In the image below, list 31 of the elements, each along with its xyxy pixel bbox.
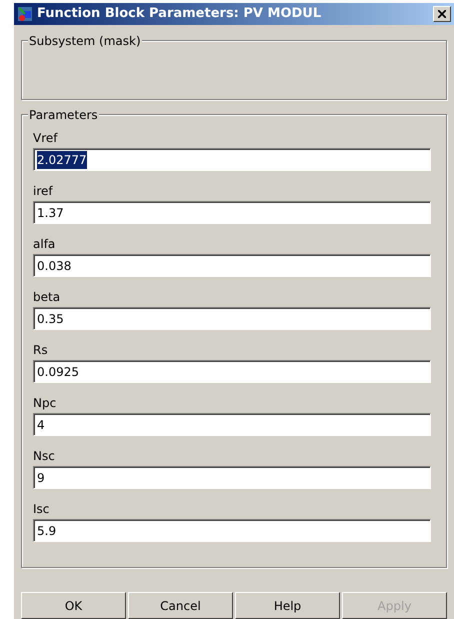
window-title: Function Block Parameters: PV MODUL xyxy=(37,5,322,24)
field-label: Nsc xyxy=(33,448,56,465)
dialog-button[interactable]: OK xyxy=(21,592,126,619)
field-value: 0.038 xyxy=(37,258,72,274)
close-icon xyxy=(438,10,446,18)
input-field[interactable]: 0.038 xyxy=(33,254,431,277)
field-label: iref xyxy=(33,183,54,200)
field-value: 0.0925 xyxy=(37,364,79,380)
dialog-button[interactable]: Cancel xyxy=(128,592,233,619)
field-value: 4 xyxy=(37,416,45,434)
field-label: Rs xyxy=(33,342,49,359)
field-value: 2.02777 xyxy=(37,150,87,168)
field-value: 0.35 xyxy=(37,310,64,328)
input-field[interactable]: 5.9 xyxy=(33,519,431,542)
field-label: beta xyxy=(33,289,62,306)
field-value: 5.9 xyxy=(37,522,56,540)
field-label: Isc xyxy=(33,501,50,518)
input-field[interactable]: 4 xyxy=(33,413,431,436)
field-label: Vref xyxy=(33,130,59,147)
dialog-button[interactable]: Help xyxy=(235,592,340,619)
input-field[interactable]: 9 xyxy=(33,466,431,489)
close-button[interactable] xyxy=(433,6,451,22)
app-icon xyxy=(17,6,33,22)
field-label: alfa xyxy=(33,236,56,253)
input-field[interactable]: 0.35 xyxy=(33,307,431,330)
field-label: Npc xyxy=(33,395,58,412)
input-field[interactable]: 0.0925 xyxy=(33,360,431,383)
input-field[interactable]: 2.02777 xyxy=(33,148,431,171)
input-field[interactable]: 1.37 xyxy=(33,201,431,224)
field-value: 1.37 xyxy=(37,204,64,222)
field-value: 9 xyxy=(37,470,45,486)
